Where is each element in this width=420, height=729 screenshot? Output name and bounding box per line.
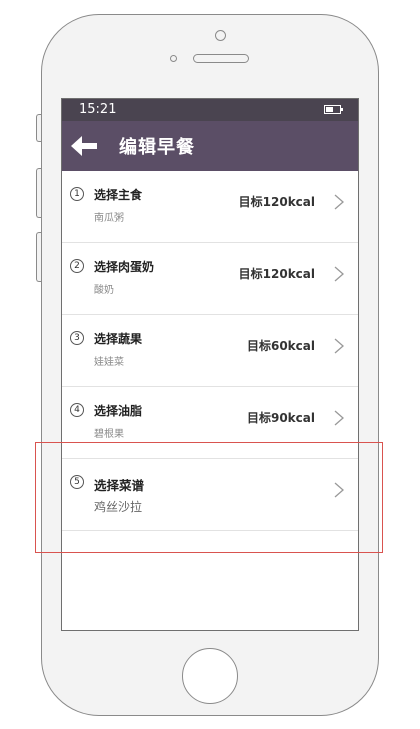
meal-category-list: 1 选择主食 南瓜粥 目标120kcal 2 选择肉蛋奶 酸奶 目标120kca… — [62, 171, 358, 531]
proximity-sensor — [170, 55, 177, 62]
item-selection: 酸奶 — [94, 285, 114, 296]
front-camera — [215, 30, 226, 41]
chevron-right-icon — [334, 338, 344, 354]
item-selection: 碧根果 — [94, 429, 124, 440]
arrow-left-icon[interactable] — [71, 134, 99, 158]
list-item-protein-dairy[interactable]: 2 选择肉蛋奶 酸奶 目标120kcal — [62, 243, 358, 315]
calorie-target: 目标120kcal — [238, 195, 315, 209]
status-bar: 15:21 — [62, 99, 358, 121]
chevron-right-icon — [334, 266, 344, 282]
step-number-badge: 2 — [70, 259, 84, 273]
chevron-right-icon — [334, 482, 344, 498]
list-item-recipe[interactable]: 5 选择菜谱 鸡丝沙拉 — [62, 459, 358, 531]
battery-icon — [324, 105, 343, 114]
chevron-right-icon — [334, 410, 344, 426]
list-item-fats[interactable]: 4 选择油脂 碧根果 目标90kcal — [62, 387, 358, 459]
phone-screen: 15:21 编辑早餐 1 选择主食 南瓜粥 目标120kcal 2 选择肉蛋奶 … — [61, 98, 359, 631]
step-number-badge: 5 — [70, 475, 84, 489]
step-number-badge: 1 — [70, 187, 84, 201]
item-title: 选择蔬果 — [94, 332, 143, 346]
calorie-target: 目标120kcal — [238, 267, 315, 281]
home-button[interactable] — [182, 648, 238, 704]
nav-bar: 编辑早餐 — [62, 121, 358, 171]
item-selection: 鸡丝沙拉 — [94, 500, 143, 514]
step-number-badge: 3 — [70, 331, 84, 345]
list-item-vegetables-fruits[interactable]: 3 选择蔬果 娃娃菜 目标60kcal — [62, 315, 358, 387]
page-title: 编辑早餐 — [119, 137, 195, 158]
list-item-staple[interactable]: 1 选择主食 南瓜粥 目标120kcal — [62, 171, 358, 243]
item-selection: 南瓜粥 — [94, 213, 124, 224]
status-time: 15:21 — [79, 102, 117, 117]
item-title: 选择主食 — [94, 188, 143, 202]
earpiece-speaker — [193, 54, 249, 63]
item-title: 选择菜谱 — [94, 478, 145, 493]
calorie-target: 目标60kcal — [246, 339, 315, 353]
step-number-badge: 4 — [70, 403, 84, 417]
chevron-right-icon — [334, 194, 344, 210]
item-title: 选择肉蛋奶 — [94, 260, 155, 274]
item-title: 选择油脂 — [94, 404, 143, 418]
calorie-target: 目标90kcal — [246, 411, 315, 425]
item-selection: 娃娃菜 — [94, 357, 124, 368]
